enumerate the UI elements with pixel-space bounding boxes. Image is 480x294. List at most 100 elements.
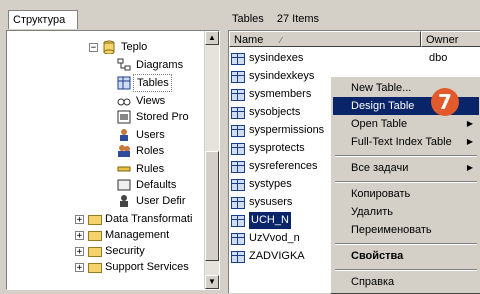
- table-name: syspermissions: [249, 124, 325, 136]
- expand-icon[interactable]: +: [75, 214, 84, 224]
- folder-icon: [88, 215, 102, 225]
- user-defined-icon: [117, 194, 133, 208]
- table-name: UCH_N: [249, 212, 291, 229]
- table-row[interactable]: UCH_N: [229, 212, 291, 229]
- tree-item-user-defined[interactable]: User Defir: [117, 193, 188, 209]
- table-row[interactable]: systypes: [229, 176, 292, 193]
- menu-item-label: Full-Text Index Table: [351, 136, 452, 148]
- tree-scrollbar[interactable]: ▲ ▼: [204, 31, 219, 289]
- tree-item-management[interactable]: + Management: [75, 227, 171, 243]
- table-icon: [231, 52, 245, 65]
- scroll-thumb[interactable]: [205, 151, 219, 261]
- tab-structure[interactable]: Структура: [8, 10, 78, 29]
- rules-icon: [117, 162, 133, 176]
- table-row[interactable]: sysmembers: [229, 86, 311, 103]
- roles-icon: [117, 144, 133, 158]
- database-icon: [102, 40, 118, 55]
- details-title: Tables: [232, 13, 264, 25]
- folder-icon: [88, 263, 102, 273]
- table-row[interactable]: sysobjects: [229, 104, 300, 121]
- menu-item-delete[interactable]: Удалить: [333, 203, 479, 221]
- menu-item-label: Open Table: [351, 118, 408, 130]
- table-row[interactable]: sysprotects: [229, 140, 305, 157]
- column-header-name[interactable]: Name ∕: [229, 31, 421, 47]
- table-name: sysprotects: [249, 142, 305, 154]
- tree-item-label: Security: [105, 245, 145, 257]
- tree-item-label: Teplo: [121, 41, 148, 53]
- tree-item-label: Management: [105, 229, 170, 241]
- column-header-owner[interactable]: Owner: [421, 31, 480, 47]
- tree-item-defaults[interactable]: Defaults: [117, 177, 178, 193]
- menu-separator: [335, 243, 477, 245]
- table-owner: dbo: [429, 52, 448, 64]
- table-row[interactable]: UzVvod_n: [229, 230, 300, 247]
- tree-item-views[interactable]: Views: [117, 93, 167, 109]
- submenu-arrow-icon: ▶: [466, 163, 473, 172]
- view-icon: [117, 94, 133, 108]
- expand-icon[interactable]: +: [75, 262, 84, 272]
- users-icon: [117, 128, 133, 142]
- tree-item-label: Support Services: [105, 261, 189, 273]
- scroll-down-button[interactable]: ▼: [205, 275, 219, 289]
- table-row[interactable]: sysreferences: [229, 158, 317, 175]
- table-name: sysmembers: [249, 88, 312, 100]
- expand-icon[interactable]: +: [75, 246, 84, 256]
- tree-item-support-services[interactable]: + Support Services: [75, 259, 191, 275]
- table-row[interactable]: sysindexkeys: [229, 68, 314, 85]
- tree-item-roles[interactable]: Roles: [117, 143, 166, 159]
- table-icon: [231, 160, 245, 173]
- table-row[interactable]: syspermissions: [229, 122, 324, 139]
- menu-item-properties[interactable]: Свойства: [333, 247, 479, 265]
- column-owner-label: Owner: [426, 34, 459, 46]
- scroll-up-button[interactable]: ▲: [205, 31, 219, 45]
- submenu-arrow-icon: ▶: [466, 119, 473, 128]
- menu-item-help[interactable]: Справка: [333, 273, 479, 291]
- tree-item-rules[interactable]: Rules: [117, 161, 166, 177]
- menu-item-full-text-index[interactable]: Full-Text Index Table ▶: [333, 133, 479, 151]
- expand-icon[interactable]: +: [75, 230, 84, 240]
- console-tree: − Teplo Diagrams Tables Views Stored Pro…: [6, 30, 220, 290]
- tree-item-label: Data Transformati: [105, 213, 193, 225]
- table-name: ZADVIGKA: [249, 250, 305, 262]
- table-icon: [117, 76, 133, 90]
- tree-item-label: Views: [136, 95, 166, 107]
- menu-item-all-tasks[interactable]: Все задачи ▶: [333, 159, 479, 177]
- table-icon: [231, 88, 245, 101]
- menu-item-open-table[interactable]: Open Table ▶: [333, 115, 479, 133]
- table-row[interactable]: sysusers: [229, 194, 292, 211]
- folder-icon: [88, 247, 102, 257]
- tree-item-security[interactable]: + Security: [75, 243, 147, 259]
- table-name: sysobjects: [249, 106, 301, 118]
- tree-item-diagrams[interactable]: Diagrams: [117, 57, 185, 73]
- table-icon: [231, 178, 245, 191]
- table-icon: [231, 232, 245, 245]
- tree-item-label: Tables: [133, 74, 172, 92]
- collapse-icon[interactable]: −: [89, 42, 98, 52]
- tree-item-teplo[interactable]: − Teplo: [89, 39, 149, 55]
- stored-procedure-icon: [117, 110, 133, 124]
- table-icon: [231, 142, 245, 155]
- table-row[interactable]: ZADVIGKA: [229, 248, 305, 265]
- table-name: systypes: [249, 178, 292, 190]
- menu-separator: [335, 181, 477, 183]
- tree-item-data-transformation[interactable]: + Data Transformati: [75, 211, 194, 227]
- tree-item-label: Stored Pro: [136, 111, 189, 123]
- menu-item-rename[interactable]: Переименовать: [333, 221, 479, 239]
- tree-item-label: Defaults: [136, 179, 177, 191]
- tree-item-users[interactable]: Users: [117, 127, 167, 143]
- tree-item-label: User Defir: [136, 195, 186, 207]
- tree-item-stored-procedures[interactable]: Stored Pro: [117, 109, 191, 125]
- sort-icon: ∕: [280, 35, 282, 45]
- table-name: sysindexes: [249, 52, 304, 64]
- table-icon: [231, 214, 245, 227]
- table-row[interactable]: sysindexes dbo: [229, 50, 447, 67]
- table-icon: [231, 124, 245, 137]
- table-icon: [231, 250, 245, 263]
- tree-item-tables[interactable]: Tables: [117, 74, 172, 92]
- context-menu: New Table... Design Table Open Table ▶ Fu…: [330, 76, 480, 294]
- table-name: sysindexkeys: [249, 70, 315, 82]
- tree-item-label: Diagrams: [136, 59, 184, 71]
- folder-icon: [88, 231, 102, 241]
- menu-item-copy[interactable]: Копировать: [333, 185, 479, 203]
- table-name: sysreferences: [249, 160, 318, 172]
